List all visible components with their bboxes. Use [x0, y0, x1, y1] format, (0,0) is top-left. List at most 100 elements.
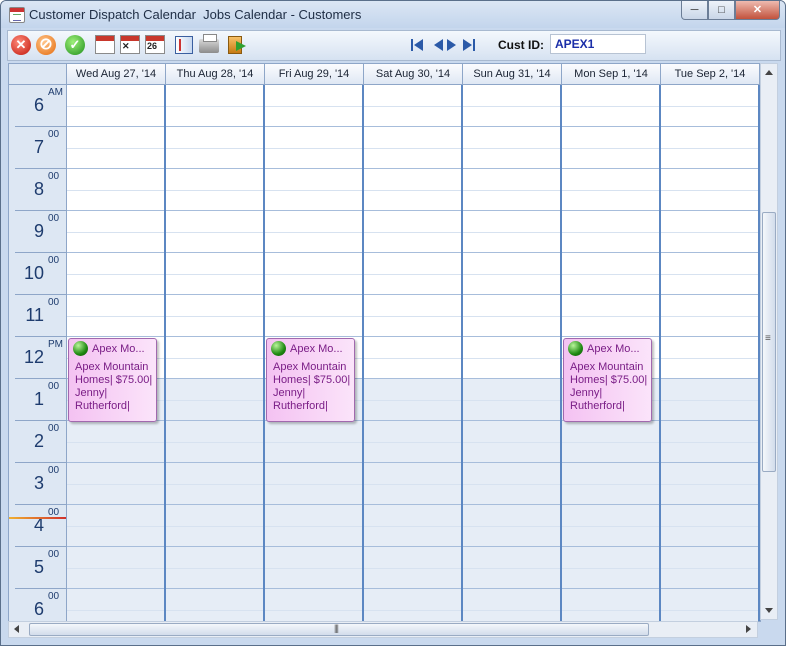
- go-to-today-button[interactable]: [94, 34, 116, 56]
- confirm-button[interactable]: ✓: [64, 34, 86, 56]
- minute-label: AM: [48, 87, 63, 98]
- day-header[interactable]: Sat Aug 30, '14: [364, 64, 463, 85]
- minute-label: 00: [48, 591, 60, 602]
- scroll-left-icon[interactable]: [14, 625, 19, 633]
- hour-line: [166, 588, 263, 589]
- half-hour-line: [463, 484, 560, 485]
- cancel-button[interactable]: ⊘: [35, 34, 57, 56]
- window-title: Customer Dispatch Calendar Jobs Calendar…: [29, 7, 362, 22]
- appointment-card[interactable]: Apex Mo... Apex Mountain Homes| $75.00| J…: [266, 338, 355, 422]
- hour-line: [67, 504, 164, 505]
- half-hour-line: [364, 484, 461, 485]
- hour-label: 11: [25, 305, 44, 325]
- time-slot: 5 00: [9, 547, 66, 589]
- hour-line: [67, 168, 164, 169]
- hour-label: 12: [23, 347, 44, 367]
- go-to-today-icon: [95, 35, 115, 54]
- minute-label: 00: [48, 213, 60, 224]
- day-header[interactable]: Wed Aug 27, '14: [67, 64, 166, 85]
- minute-label: 00: [48, 549, 60, 560]
- title-bar[interactable]: Customer Dispatch Calendar Jobs Calendar…: [1, 1, 785, 28]
- delete-appointment-icon: ✕: [120, 35, 140, 54]
- calendar-app-icon: [9, 7, 25, 23]
- previous-record-icon[interactable]: [430, 38, 444, 52]
- appointment-card[interactable]: Apex Mo... Apex Mountain Homes| $75.00| J…: [563, 338, 652, 422]
- minimize-icon[interactable]: ─: [681, 1, 708, 20]
- hour-line: [661, 210, 758, 211]
- day-header[interactable]: Mon Sep 1, '14: [562, 64, 661, 85]
- hour-line: [463, 294, 560, 295]
- close-icon[interactable]: ✕: [735, 1, 780, 20]
- hour-line: [364, 462, 461, 463]
- half-hour-line: [562, 442, 659, 443]
- scroll-up-icon[interactable]: [765, 70, 773, 75]
- day-header[interactable]: Tue Sep 2, '14: [661, 64, 760, 85]
- hour-line: [661, 378, 758, 379]
- hour-line: [364, 546, 461, 547]
- day-column[interactable]: [463, 85, 562, 621]
- half-hour-line: [67, 232, 164, 233]
- last-record-icon[interactable]: [462, 38, 476, 52]
- half-hour-line: [562, 274, 659, 275]
- half-hour-line: [166, 610, 263, 611]
- day-column[interactable]: [661, 85, 760, 621]
- day-header[interactable]: Sun Aug 31, '14: [463, 64, 562, 85]
- half-hour-line: [265, 148, 362, 149]
- delete-button[interactable]: ✕: [10, 34, 32, 56]
- half-hour-line: [562, 568, 659, 569]
- half-hour-line: [661, 526, 758, 527]
- time-slot: 6 AM: [9, 85, 66, 127]
- half-hour-line: [67, 442, 164, 443]
- half-hour-line: [265, 106, 362, 107]
- appointment-description: Apex Mountain Homes| $75.00| Jenny| Ruth…: [273, 361, 351, 412]
- scroll-right-icon[interactable]: [746, 625, 751, 633]
- vertical-scroll-thumb[interactable]: [762, 212, 776, 472]
- horizontal-scrollbar[interactable]: [8, 621, 758, 638]
- hour-label: 1: [33, 389, 44, 409]
- print-button[interactable]: [198, 34, 220, 56]
- calendar-view: Wed Aug 27, '14 Thu Aug 28, '14 Fri Aug 29…: [8, 63, 761, 622]
- half-hour-line: [463, 316, 560, 317]
- time-slot: 10 00: [9, 253, 66, 295]
- half-hour-line: [166, 568, 263, 569]
- hour-line: [661, 588, 758, 589]
- day-column[interactable]: [166, 85, 265, 621]
- minute-label: 00: [48, 171, 60, 182]
- half-hour-line: [364, 274, 461, 275]
- hour-line: [562, 546, 659, 547]
- hour-line: [265, 210, 362, 211]
- window-controls: ─ □ ✕: [681, 1, 780, 20]
- half-hour-line: [265, 610, 362, 611]
- cust-id-label: Cust ID:: [498, 38, 544, 52]
- day-header[interactable]: Fri Aug 29, '14: [265, 64, 364, 85]
- next-record-icon[interactable]: [446, 38, 460, 52]
- day-column[interactable]: [364, 85, 463, 621]
- hour-line: [265, 252, 362, 253]
- half-hour-line: [364, 316, 461, 317]
- maximize-icon[interactable]: □: [708, 1, 735, 20]
- go-to-date-icon: 26: [145, 35, 165, 54]
- hour-line: [166, 210, 263, 211]
- half-hour-line: [265, 190, 362, 191]
- vertical-scrollbar[interactable]: [760, 63, 778, 620]
- go-to-date-button[interactable]: 26: [144, 34, 166, 56]
- first-record-icon[interactable]: [410, 38, 424, 52]
- notebook-button[interactable]: [173, 34, 195, 56]
- half-hour-line: [562, 148, 659, 149]
- half-hour-line: [67, 568, 164, 569]
- day-header[interactable]: Thu Aug 28, '14: [166, 64, 265, 85]
- cust-id-input[interactable]: [550, 34, 646, 54]
- delete-appointment-button[interactable]: ✕: [119, 34, 141, 56]
- half-hour-line: [265, 442, 362, 443]
- appointment-card[interactable]: Apex Mo... Apex Mountain Homes| $75.00| J…: [68, 338, 157, 422]
- minute-label: 00: [48, 381, 60, 392]
- half-hour-line: [661, 484, 758, 485]
- exit-button[interactable]: [224, 34, 246, 56]
- hour-line: [166, 294, 263, 295]
- time-slot: 6 00: [9, 589, 66, 621]
- scroll-down-icon[interactable]: [765, 608, 773, 613]
- horizontal-scroll-thumb[interactable]: [29, 623, 649, 636]
- half-hour-line: [562, 190, 659, 191]
- hour-line: [265, 546, 362, 547]
- hour-line: [166, 378, 263, 379]
